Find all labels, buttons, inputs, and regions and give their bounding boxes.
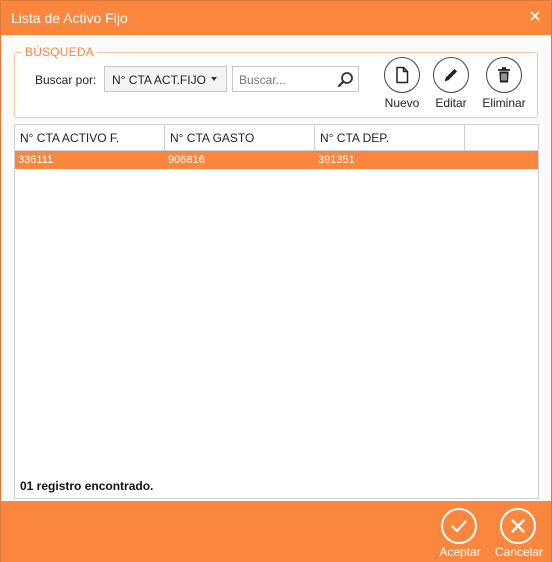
activo-fijo-dialog: Lista de Activo Fijo BÚSQUEDA Buscar por…: [0, 0, 552, 562]
cancel-x-icon: [500, 508, 536, 544]
eliminar-button[interactable]: Eliminar: [473, 57, 535, 113]
search-group-label: BÚSQUEDA: [22, 45, 97, 59]
cancelar-label: Cancelar: [494, 545, 544, 559]
pencil-icon: [433, 57, 469, 93]
checkmark-icon: [441, 508, 477, 544]
column-header-cta-activo[interactable]: N° CTA ACTIVO F.: [15, 125, 165, 150]
window-title: Lista de Activo Fijo: [11, 10, 128, 26]
cell-cta-activo: 336111: [18, 154, 54, 166]
grid-header: N° CTA ACTIVO F. N° CTA GASTO N° CTA DEP…: [15, 125, 538, 151]
aceptar-label: Aceptar: [439, 545, 481, 559]
cell-cta-gasto: 906816: [168, 154, 205, 166]
table-row[interactable]: 336111 906816 391351: [15, 151, 538, 169]
search-box: [232, 66, 359, 92]
search-icon[interactable]: [337, 71, 354, 88]
column-header-cta-gasto[interactable]: N° CTA GASTO: [165, 125, 315, 150]
trash-icon: [486, 57, 522, 93]
new-document-icon: [384, 57, 420, 93]
search-field-dropdown[interactable]: N° CTA ACT.FIJO: [104, 66, 227, 92]
activo-fijo-grid[interactable]: N° CTA ACTIVO F. N° CTA GASTO N° CTA DEP…: [14, 124, 539, 499]
dropdown-arrow-icon: [211, 77, 217, 81]
title-bar[interactable]: Lista de Activo Fijo: [1, 1, 551, 35]
search-by-label: Buscar por:: [35, 73, 97, 87]
cancelar-button[interactable]: Cancelar: [494, 508, 546, 560]
search-input[interactable]: [239, 71, 335, 88]
eliminar-label: Eliminar: [482, 96, 526, 110]
close-icon[interactable]: [528, 9, 542, 23]
record-count-status: 01 registro encontrado.: [20, 479, 154, 493]
cell-cta-dep: 391351: [318, 154, 355, 166]
search-field-value: N° CTA ACT.FIJO: [112, 73, 206, 87]
column-header-cta-dep[interactable]: N° CTA DEP.: [315, 125, 465, 150]
aceptar-button[interactable]: Aceptar: [435, 508, 487, 560]
